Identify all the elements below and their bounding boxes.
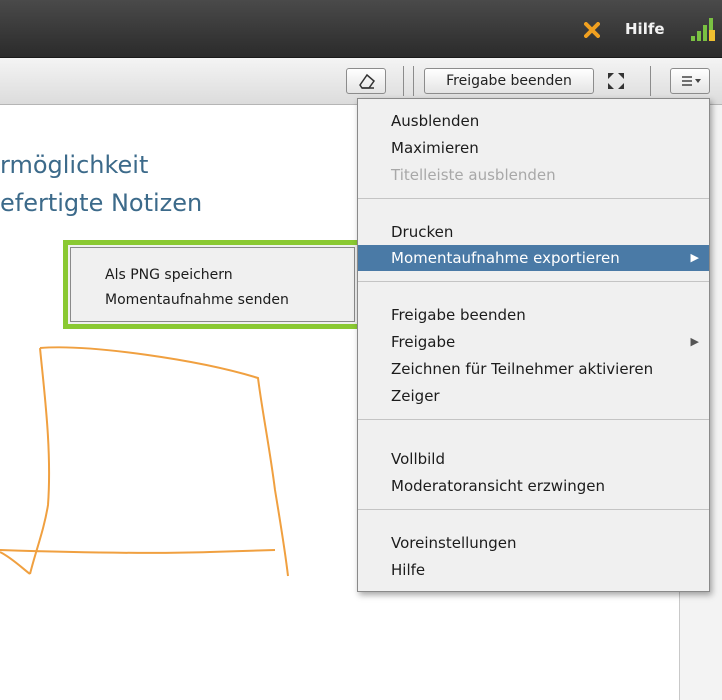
menu-item-help[interactable]: Hilfe: [358, 557, 709, 583]
close-x-icon[interactable]: [584, 22, 600, 38]
menu-item-maximize[interactable]: Maximieren: [358, 135, 709, 161]
submenu-arrow-icon: ▶: [690, 251, 699, 264]
menu-item-print[interactable]: Drucken: [358, 219, 709, 245]
menu-item-force-presenter-view[interactable]: Moderatoransicht erzwingen: [358, 473, 709, 499]
pod-menu-button[interactable]: [670, 68, 710, 94]
menu-item-hide[interactable]: Ausblenden: [358, 108, 709, 134]
menu-separator: [358, 419, 709, 420]
menu-item-preferences[interactable]: Voreinstellungen: [358, 530, 709, 556]
eraser-button[interactable]: [346, 68, 386, 94]
menu-separator: [358, 509, 709, 510]
menu-item-export-snapshot[interactable]: Momentaufnahme exportieren ▶: [358, 245, 709, 271]
menu-icon: [682, 76, 701, 86]
menu-item-pointer[interactable]: Zeiger: [358, 383, 709, 409]
help-link[interactable]: Hilfe: [625, 20, 665, 38]
toolbar-divider: [650, 66, 651, 96]
canvas-text-line2: efertigte Notizen: [0, 189, 203, 217]
stop-sharing-button[interactable]: Freigabe beenden: [424, 68, 594, 94]
menu-item-stop-sharing[interactable]: Freigabe beenden: [358, 302, 709, 328]
menu-item-enable-drawing[interactable]: Zeichnen für Teilnehmer aktivieren: [358, 356, 709, 382]
freehand-drawing: [0, 346, 289, 577]
toolbar-divider: [403, 66, 404, 96]
submenu-item-save-png[interactable]: Als PNG speichern: [105, 263, 233, 287]
title-bar: Hilfe: [0, 0, 722, 58]
eraser-icon: [359, 73, 376, 89]
expand-icon[interactable]: [606, 71, 626, 91]
pod-options-menu: Ausblenden Maximieren Titelleiste ausble…: [357, 98, 710, 592]
menu-item-share[interactable]: Freigabe ▶: [358, 329, 709, 355]
menu-separator: [358, 281, 709, 282]
menu-item-hide-titlebar: Titelleiste ausblenden: [391, 166, 556, 184]
submenu-highlight-frame: Als PNG speichern Momentaufnahme senden: [63, 240, 362, 329]
menu-item-fullscreen[interactable]: Vollbild: [358, 446, 709, 472]
submenu-item-send-snapshot[interactable]: Momentaufnahme senden: [105, 288, 289, 312]
menu-separator: [358, 198, 709, 199]
toolbar-divider: [413, 66, 414, 96]
submenu-arrow-icon: ▶: [690, 335, 699, 348]
canvas-text-line1: rmöglichkeit: [0, 151, 149, 179]
export-submenu: Als PNG speichern Momentaufnahme senden: [70, 247, 355, 322]
signal-icon: [691, 18, 715, 41]
